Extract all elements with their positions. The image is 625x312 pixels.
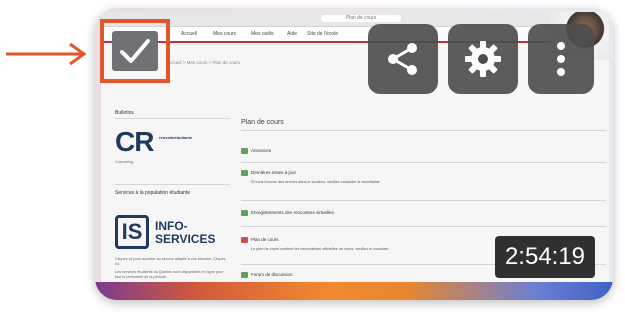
divider xyxy=(241,162,606,163)
desktop-wallpaper-strip xyxy=(95,282,613,300)
services-title: Services à la population étudiante xyxy=(115,190,191,196)
page-title: Plan de cours xyxy=(241,119,284,126)
course-item-label: Enregistrements des rencontres virtuelle… xyxy=(251,210,334,215)
section-icon xyxy=(241,272,248,278)
section-icon xyxy=(241,210,248,216)
toolbar-item: Mes outils xyxy=(251,31,274,37)
select-highlight xyxy=(100,19,170,83)
divider xyxy=(241,130,606,131)
select-checkbox[interactable] xyxy=(112,31,158,71)
cr-caption: Coworking xyxy=(115,160,133,164)
section-icon xyxy=(241,237,248,243)
info-services-logo: IS xyxy=(115,215,149,249)
share-button[interactable] xyxy=(368,24,438,94)
divider xyxy=(241,200,606,201)
course-item-description: Le plan de cours contient les informatio… xyxy=(251,247,390,251)
course-item-description: Si vous trouvez des erreurs dans le cont… xyxy=(251,180,381,184)
services-paragraph: Les services étudiants du Quebec sont di… xyxy=(115,270,224,279)
cr-logo-tagline: réussiteétudiante xyxy=(159,135,193,140)
course-item-label: Forum de discussion xyxy=(251,272,293,277)
course-item-label: Plan de cours xyxy=(251,237,279,242)
browser-tab-title: Plan de cours xyxy=(321,15,401,22)
wordmark-line: SERVICES xyxy=(155,232,216,246)
toolbar-item: Site de l'école xyxy=(307,31,338,37)
cr-logo: CR xyxy=(115,126,154,157)
breadcrumb: Accueil > Mes cours > Plan de cours xyxy=(167,60,241,65)
share-icon xyxy=(388,43,417,75)
divider xyxy=(115,184,230,185)
info-services-wordmark: INFO- SERVICES xyxy=(155,220,215,246)
more-vertical-icon xyxy=(557,42,565,76)
toolbar-item: Accueil xyxy=(181,31,198,37)
divider xyxy=(115,118,230,119)
services-paragraph: Cliquez ici pour accéder au service adap… xyxy=(115,257,226,266)
toolbar-item: Mes cours xyxy=(213,31,237,37)
section-icon xyxy=(241,170,248,176)
pointer-arrow xyxy=(6,42,87,66)
course-item-label: Dernières mises à jour xyxy=(251,170,297,175)
gear-icon xyxy=(465,41,501,77)
divider xyxy=(241,226,606,227)
bulletins-title: Bulletins xyxy=(115,110,134,116)
check-icon xyxy=(120,39,150,63)
course-item-label: Annonces xyxy=(251,148,272,153)
section-icon xyxy=(241,148,248,154)
video-duration-badge: 2:54:19 xyxy=(495,236,595,278)
toolbar-item: Aide xyxy=(287,31,298,37)
settings-button[interactable] xyxy=(448,24,518,94)
more-options-button[interactable] xyxy=(528,24,594,94)
